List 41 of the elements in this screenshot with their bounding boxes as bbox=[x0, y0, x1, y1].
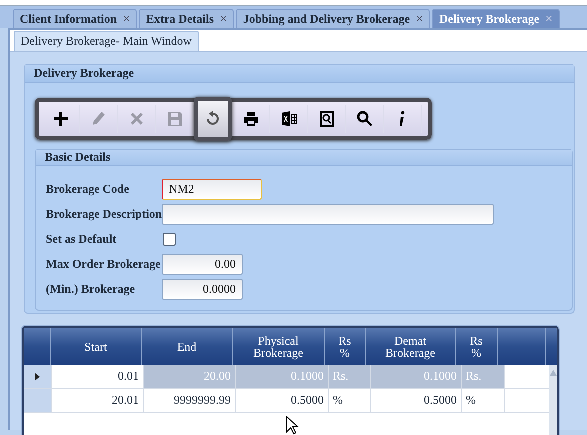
table-cell: % bbox=[462, 389, 505, 412]
preview-icon bbox=[318, 110, 336, 128]
table-cell: 20.01 bbox=[52, 389, 144, 412]
input-field[interactable]: 0.00 bbox=[162, 254, 243, 274]
tab[interactable]: Delivery Brokerage- Main Window bbox=[14, 31, 199, 51]
input-field[interactable]: 0.0000 bbox=[162, 278, 243, 300]
floppy-icon bbox=[166, 110, 184, 128]
printer-icon bbox=[242, 110, 260, 128]
field-label: Max Order Brokerage bbox=[46, 256, 162, 272]
current-row-icon bbox=[35, 372, 40, 380]
table-cell: 0.5000 bbox=[371, 389, 462, 412]
input-field[interactable]: NM2 bbox=[162, 178, 262, 200]
table-cell: 0.1000 bbox=[371, 365, 462, 388]
field-label: Brokerage Description bbox=[46, 206, 162, 222]
row-header[interactable] bbox=[24, 365, 52, 388]
close-icon[interactable]: × bbox=[123, 11, 130, 27]
table-cell: 0.1000 bbox=[236, 365, 329, 388]
section-title: Basic Details bbox=[45, 150, 111, 164]
close-icon[interactable]: × bbox=[416, 11, 424, 27]
table-cell: 20.00 bbox=[144, 365, 236, 388]
tab[interactable]: Client Information × bbox=[13, 9, 138, 28]
group-title: Delivery Brokerage bbox=[34, 66, 134, 80]
refresh-icon bbox=[204, 110, 222, 128]
field-label: Set as Default bbox=[46, 232, 118, 246]
spreadsheet-icon bbox=[280, 110, 298, 128]
tab[interactable]: Jobbing and Delivery Brokerage × bbox=[236, 9, 430, 28]
table-cell: % bbox=[329, 389, 371, 412]
table-cell: 9999999.99 bbox=[144, 389, 236, 412]
checkbox[interactable] bbox=[163, 232, 176, 246]
table-cell: 0.5000 bbox=[236, 389, 329, 412]
plus-icon bbox=[52, 110, 70, 128]
info-icon bbox=[399, 110, 406, 128]
input-field[interactable] bbox=[162, 204, 494, 224]
column-header[interactable]: Start bbox=[51, 328, 142, 365]
table-cell: Rs. bbox=[462, 365, 505, 388]
field-label: Brokerage Code bbox=[46, 182, 130, 196]
table-cell: Rs. bbox=[329, 365, 371, 388]
tab[interactable]: Extra Details × bbox=[139, 9, 234, 28]
search-icon bbox=[356, 110, 374, 128]
field-label: (Min.) Brokerage bbox=[46, 282, 136, 296]
close-icon[interactable]: × bbox=[220, 11, 228, 27]
